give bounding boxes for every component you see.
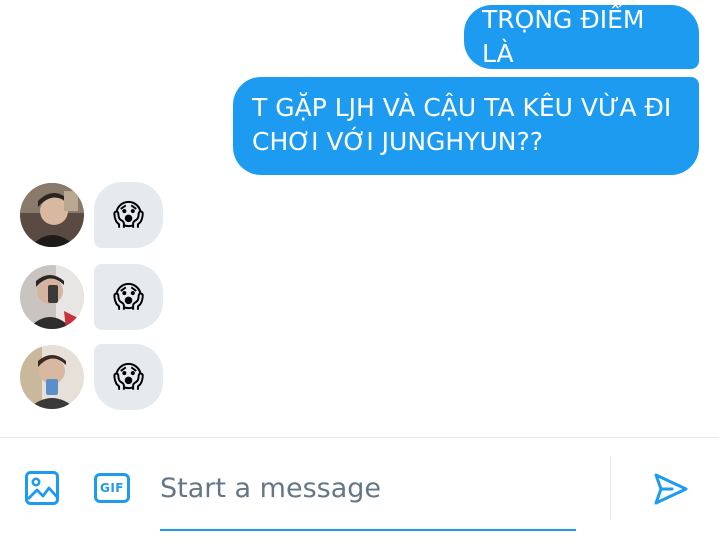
- screaming-face-emoji: 😱: [112, 359, 145, 395]
- message-input[interactable]: [160, 460, 576, 516]
- avatar[interactable]: [20, 183, 84, 247]
- incoming-message-row: 😱: [20, 182, 180, 248]
- outgoing-message[interactable]: TRỌNG ĐIỂM LÀ: [464, 5, 699, 69]
- incoming-message-row: 😱: [20, 264, 180, 330]
- send-icon: [654, 473, 688, 505]
- incoming-message[interactable]: 😱: [94, 182, 163, 248]
- avatar[interactable]: [20, 345, 84, 409]
- message-input-wrapper: [160, 460, 576, 532]
- message-text: T GẶP LJH VÀ CẬU TA KÊU VỪA ĐI CHƠI VỚI …: [252, 93, 672, 156]
- message-text: TRỌNG ĐIỂM LÀ: [482, 5, 645, 68]
- add-gif-button[interactable]: GIF: [92, 468, 132, 508]
- screaming-face-emoji: 😱: [112, 197, 145, 233]
- avatar[interactable]: [20, 265, 84, 329]
- screaming-face-emoji: 😱: [112, 279, 145, 315]
- outgoing-message[interactable]: T GẶP LJH VÀ CẬU TA KÊU VỪA ĐI CHƠI VỚI …: [233, 77, 699, 175]
- incoming-message-row: 😱: [20, 344, 180, 410]
- send-separator: [610, 456, 611, 520]
- input-focus-underline: [160, 529, 576, 531]
- dm-conversation: TRỌNG ĐIỂM LÀ T GẶP LJH VÀ CẬU TA KÊU VỪ…: [0, 0, 719, 539]
- message-composer: GIF: [0, 438, 719, 539]
- image-icon: [25, 471, 59, 505]
- incoming-message[interactable]: 😱: [94, 264, 163, 330]
- gif-label: GIF: [99, 481, 124, 495]
- add-image-button[interactable]: [22, 468, 62, 508]
- send-button[interactable]: [650, 468, 692, 510]
- incoming-message[interactable]: 😱: [94, 344, 163, 410]
- gif-icon: GIF: [94, 473, 130, 503]
